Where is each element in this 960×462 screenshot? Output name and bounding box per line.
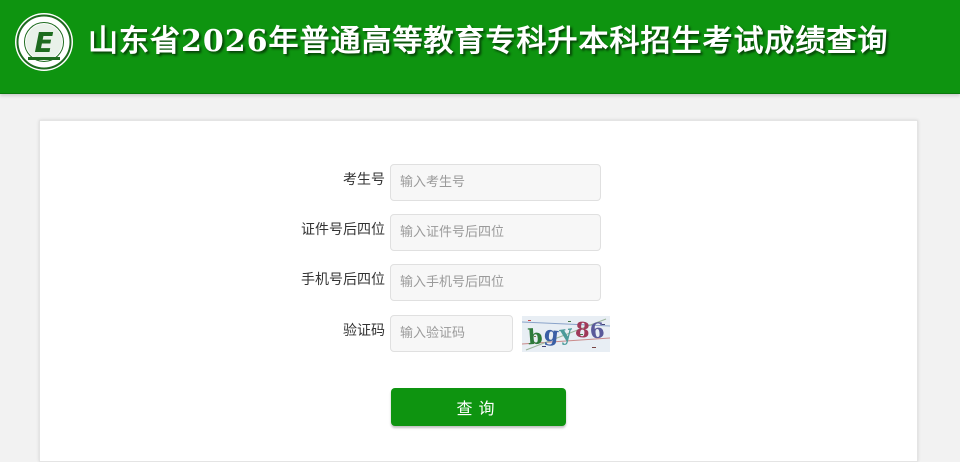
page-title: 山东省2026年普通高等教育专科升本科招生考试成绩查询 xyxy=(88,24,889,59)
id-last4-label: 证件号后四位 xyxy=(301,222,385,238)
captcha-input[interactable] xyxy=(390,315,513,352)
exam-number-label: 考生号 xyxy=(343,172,385,188)
query-form-card: 考生号 证件号后四位 手机号后四位 验证码 b g y xyxy=(39,120,918,462)
id-last4-input[interactable] xyxy=(390,214,601,251)
logo-icon: E xyxy=(15,13,73,71)
phone-last4-input[interactable] xyxy=(390,264,601,301)
phone-last4-label: 手机号后四位 xyxy=(301,272,385,288)
captcha-label: 验证码 xyxy=(343,323,385,339)
page-header: E 山东省2026年普通高等教育专科升本科招生考试成绩查询 xyxy=(0,0,960,94)
logo-letter: E xyxy=(34,26,53,59)
exam-number-input[interactable] xyxy=(390,164,601,201)
captcha-char-5: 6 xyxy=(589,317,606,343)
field-row-captcha: 验证码 xyxy=(40,315,385,352)
field-row-phone-last4: 手机号后四位 xyxy=(40,264,385,301)
captcha-image[interactable]: b g y 8 6 xyxy=(522,316,610,352)
query-button[interactable]: 查询 xyxy=(391,388,566,426)
field-row-exam-number: 考生号 xyxy=(40,164,385,201)
field-row-id-last4: 证件号后四位 xyxy=(40,214,385,251)
captcha-char-1: b xyxy=(527,323,543,349)
